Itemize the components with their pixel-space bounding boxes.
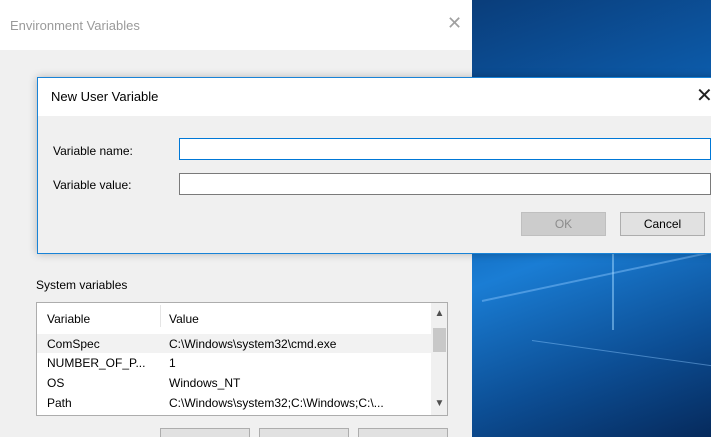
variable-value-cell: 1 (169, 356, 176, 370)
new-user-variable-dialog: New User Variable ✕ Variable name: Varia… (37, 77, 711, 254)
wallpaper-light-beam (481, 250, 711, 302)
list-scrollbar[interactable]: ▲ ▼ (431, 303, 447, 415)
variable-name-cell: NUMBER_OF_P... (47, 356, 146, 370)
wallpaper-light-beam (531, 340, 711, 369)
close-icon[interactable]: ✕ (696, 83, 711, 108)
list-header: Variable Value (37, 303, 431, 329)
dialog-title: New User Variable (51, 89, 159, 104)
table-row[interactable]: NUMBER_OF_P... 1 (37, 353, 431, 372)
column-header-variable[interactable]: Variable (47, 312, 90, 326)
variable-name-cell: ComSpec (47, 337, 100, 351)
table-row[interactable]: Path C:\Windows\system32;C:\Windows;C:\.… (37, 393, 431, 412)
column-header-value[interactable]: Value (169, 312, 199, 326)
variable-name-cell: OS (47, 376, 65, 390)
variable-name-cell: Path (47, 396, 72, 410)
column-separator[interactable] (160, 305, 161, 327)
edit-system-variable-button[interactable] (259, 428, 349, 437)
env-window-titlebar[interactable]: Environment Variables ✕ (0, 0, 472, 50)
variable-value-cell: C:\Windows\system32\cmd.exe (169, 337, 337, 351)
chevron-down-icon[interactable]: ▼ (431, 395, 447, 412)
system-variables-list[interactable]: Variable Value ComSpec C:\Windows\system… (36, 302, 448, 416)
dialog-titlebar[interactable]: New User Variable ✕ (38, 78, 711, 116)
variable-name-field[interactable] (179, 138, 711, 160)
table-row[interactable]: OS Windows_NT (37, 373, 431, 392)
variable-value-cell: C:\Windows\system32;C:\Windows;C:\... (169, 396, 384, 410)
delete-system-variable-button[interactable] (358, 428, 448, 437)
scrollbar-thumb[interactable] (433, 328, 446, 352)
variable-value-field[interactable] (179, 173, 711, 195)
env-window-title: Environment Variables (10, 18, 140, 33)
chevron-up-icon[interactable]: ▲ (431, 305, 447, 322)
ok-button[interactable]: OK (521, 212, 606, 236)
close-icon[interactable]: ✕ (447, 13, 462, 34)
system-variables-label: System variables (36, 278, 128, 292)
variable-name-label: Variable name: (53, 144, 133, 158)
table-row[interactable]: ComSpec C:\Windows\system32\cmd.exe (37, 334, 431, 353)
variable-value-label: Variable value: (53, 178, 132, 192)
variable-value-cell: Windows_NT (169, 376, 241, 390)
new-system-variable-button[interactable] (160, 428, 250, 437)
cancel-button[interactable]: Cancel (620, 212, 705, 236)
